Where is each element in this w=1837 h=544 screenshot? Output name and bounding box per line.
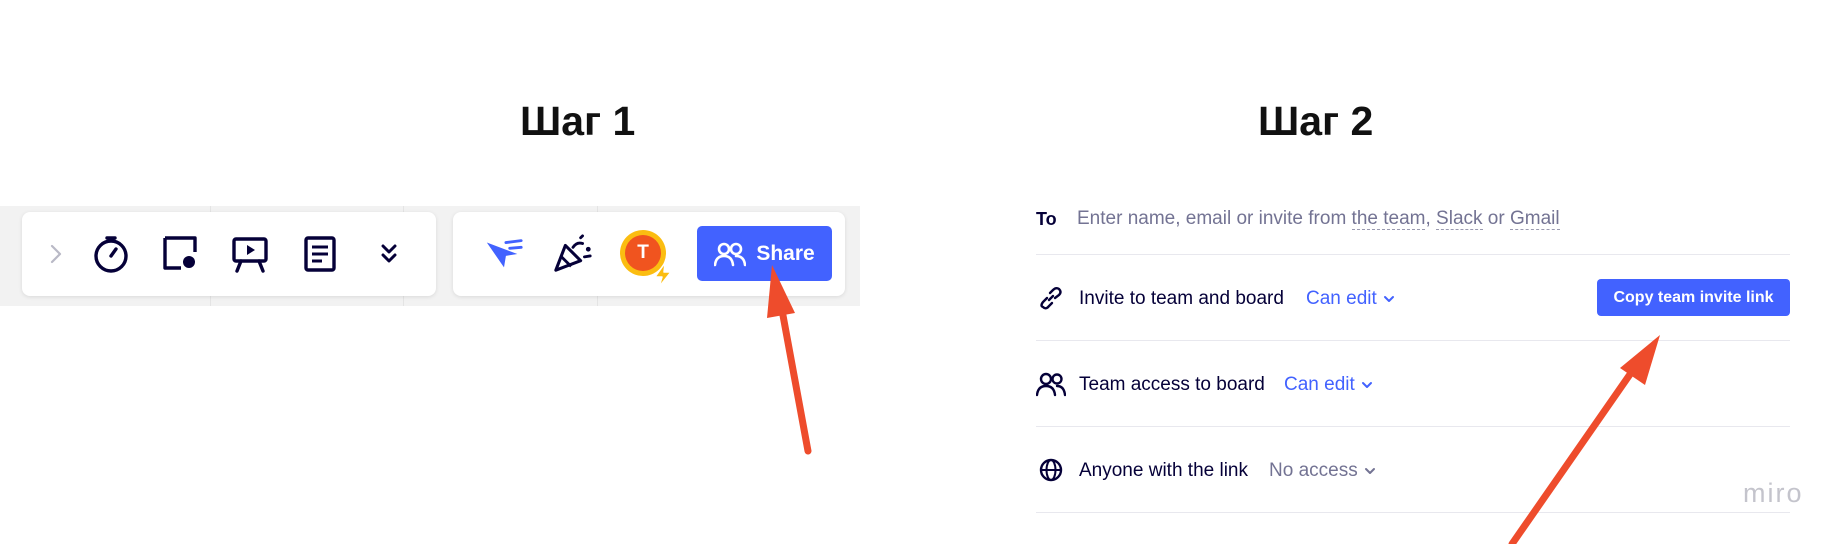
- gmail-link[interactable]: Gmail: [1509, 208, 1560, 230]
- invite-team-board-label: Invite to team and board: [1079, 288, 1284, 309]
- link-access-permission-dropdown[interactable]: No access: [1269, 460, 1376, 482]
- link-icon: [1036, 283, 1066, 313]
- notes-icon[interactable]: [299, 233, 341, 275]
- anyone-with-link-label: Anyone with the link: [1079, 460, 1248, 481]
- team-link[interactable]: the team: [1351, 208, 1426, 230]
- more-chevrons-icon[interactable]: [368, 233, 410, 275]
- cursor-icon[interactable]: [483, 233, 525, 275]
- users-icon: [714, 242, 747, 266]
- divider: [1036, 426, 1790, 427]
- separator: ,: [1425, 208, 1437, 229]
- divider: [1036, 512, 1790, 513]
- bolt-icon: [652, 262, 674, 293]
- permission-value: Can edit: [1284, 374, 1355, 395]
- divider: [1036, 340, 1790, 341]
- share-button[interactable]: Share: [697, 226, 832, 281]
- copy-team-invite-link-button[interactable]: Copy team invite link: [1597, 279, 1790, 316]
- reaction-icon[interactable]: [552, 233, 594, 275]
- invite-permission-dropdown[interactable]: Can edit: [1306, 288, 1395, 310]
- card-icon[interactable]: [160, 233, 202, 275]
- chevron-down-icon: [1383, 296, 1394, 302]
- to-label: To: [1036, 209, 1057, 229]
- globe-icon: [1036, 455, 1066, 485]
- chevron-right-icon[interactable]: [35, 233, 77, 275]
- slack-link[interactable]: Slack: [1436, 208, 1483, 230]
- separator: or: [1482, 208, 1510, 229]
- invite-input[interactable]: Enter name, email or invite from the tea…: [1077, 208, 1560, 230]
- timer-icon[interactable]: [90, 233, 132, 275]
- share-label: Share: [756, 241, 815, 265]
- presentation-icon[interactable]: [229, 233, 271, 275]
- divider: [1036, 254, 1790, 255]
- team-access-permission-dropdown[interactable]: Can edit: [1284, 374, 1373, 396]
- step-1-title: Шаг 1: [520, 98, 636, 144]
- permission-value: Can edit: [1306, 288, 1377, 309]
- team-access-label: Team access to board: [1079, 374, 1265, 395]
- chevron-down-icon: [1361, 382, 1372, 388]
- invite-placeholder: Enter name, email or invite from: [1077, 208, 1352, 229]
- step-2-title: Шаг 2: [1258, 98, 1374, 144]
- miro-logo: miro: [1743, 478, 1804, 508]
- team-icon: [1036, 369, 1066, 399]
- permission-value: No access: [1269, 460, 1358, 481]
- chevron-down-icon: [1364, 468, 1375, 474]
